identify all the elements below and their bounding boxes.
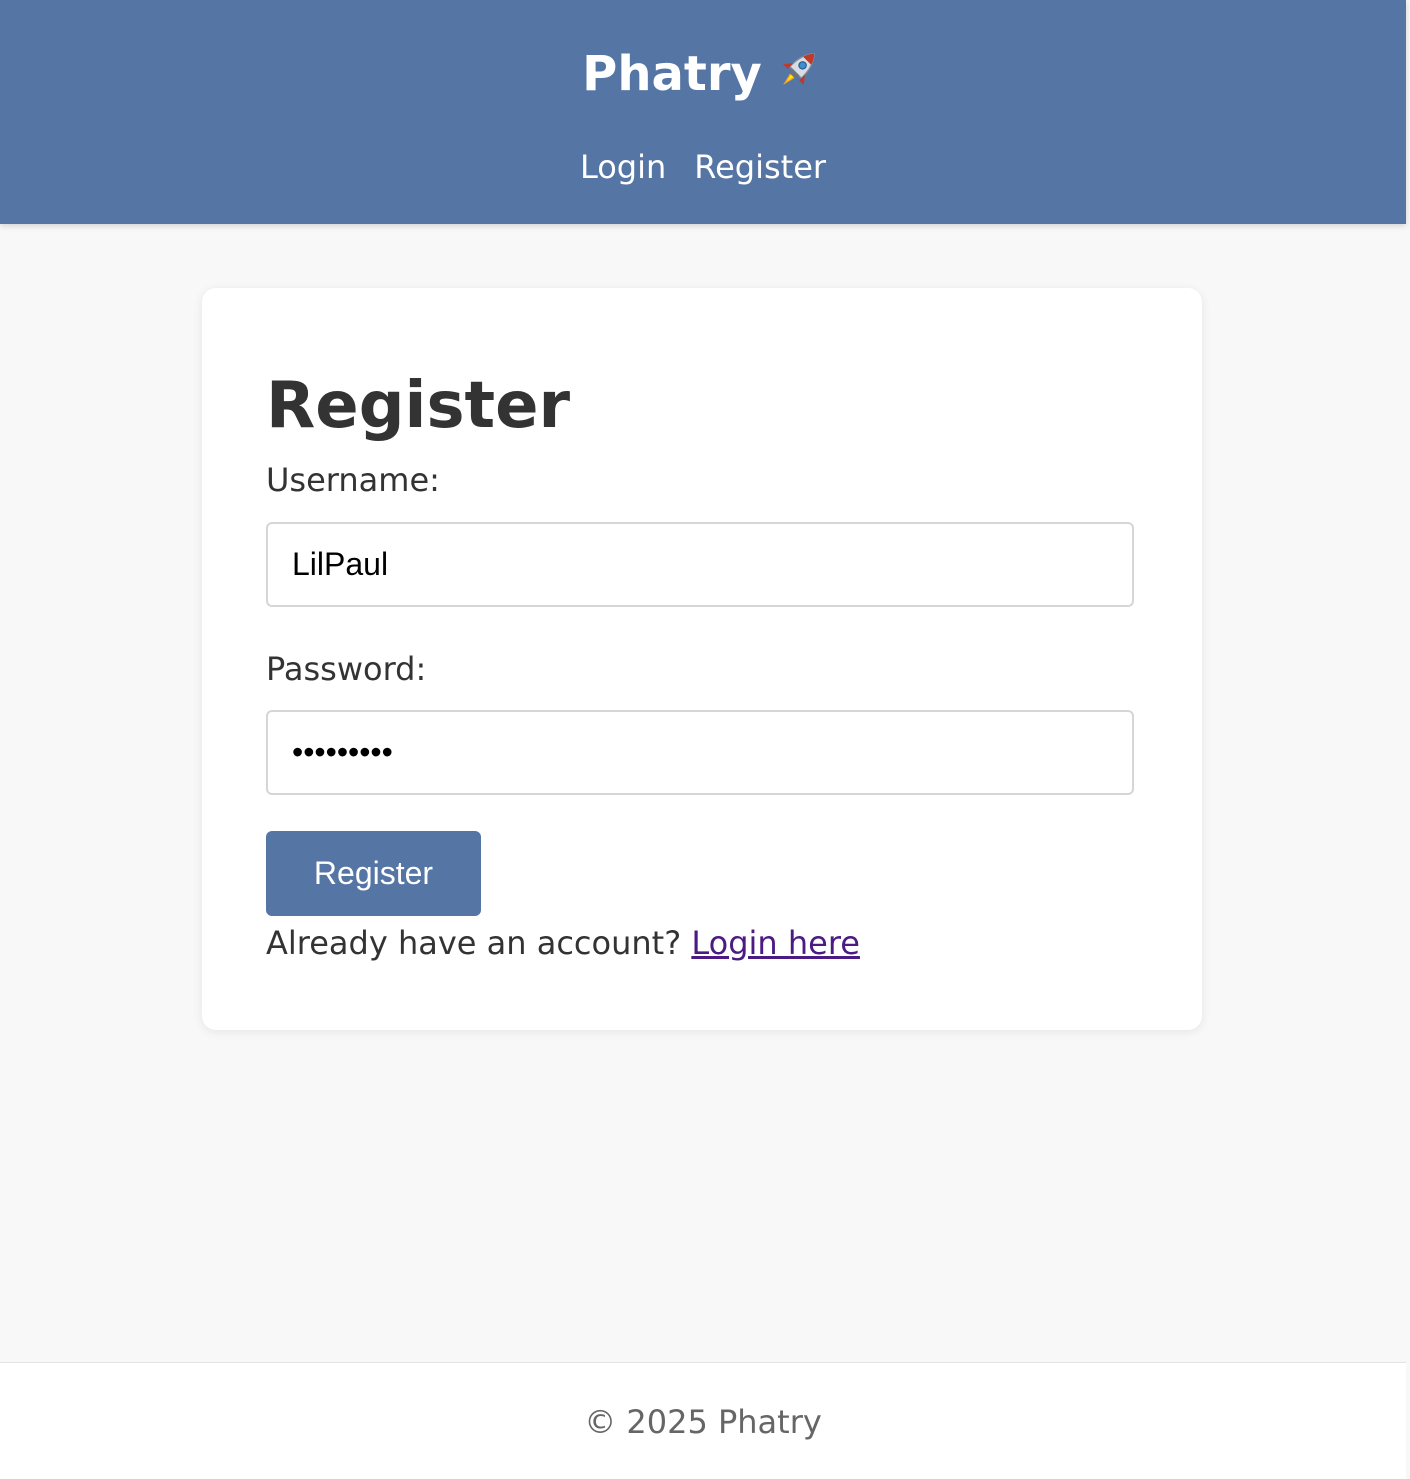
site-footer: © 2025 Phatry (0, 1362, 1406, 1479)
login-prompt: Already have an account? Login here (266, 922, 860, 964)
brand[interactable]: Phatry (0, 44, 1406, 104)
password-label: Password: (266, 650, 427, 688)
login-prompt-text: Already have an account? (266, 924, 692, 962)
page-title: Register (266, 369, 571, 443)
username-label: Username: (266, 461, 440, 499)
nav-register-link[interactable]: Register (694, 148, 826, 186)
main-nav: Login Register (0, 146, 1406, 188)
site-header: Phatry Login Register (0, 0, 1406, 224)
password-input[interactable] (266, 710, 1134, 795)
nav-login-link[interactable]: Login (580, 148, 666, 186)
brand-name: Phatry (582, 46, 762, 102)
register-button[interactable]: Register (266, 831, 481, 916)
login-here-link[interactable]: Login here (691, 924, 860, 962)
username-input[interactable] (266, 522, 1134, 607)
rocket-icon (782, 53, 815, 85)
copyright-text: © 2025 Phatry (584, 1403, 822, 1441)
